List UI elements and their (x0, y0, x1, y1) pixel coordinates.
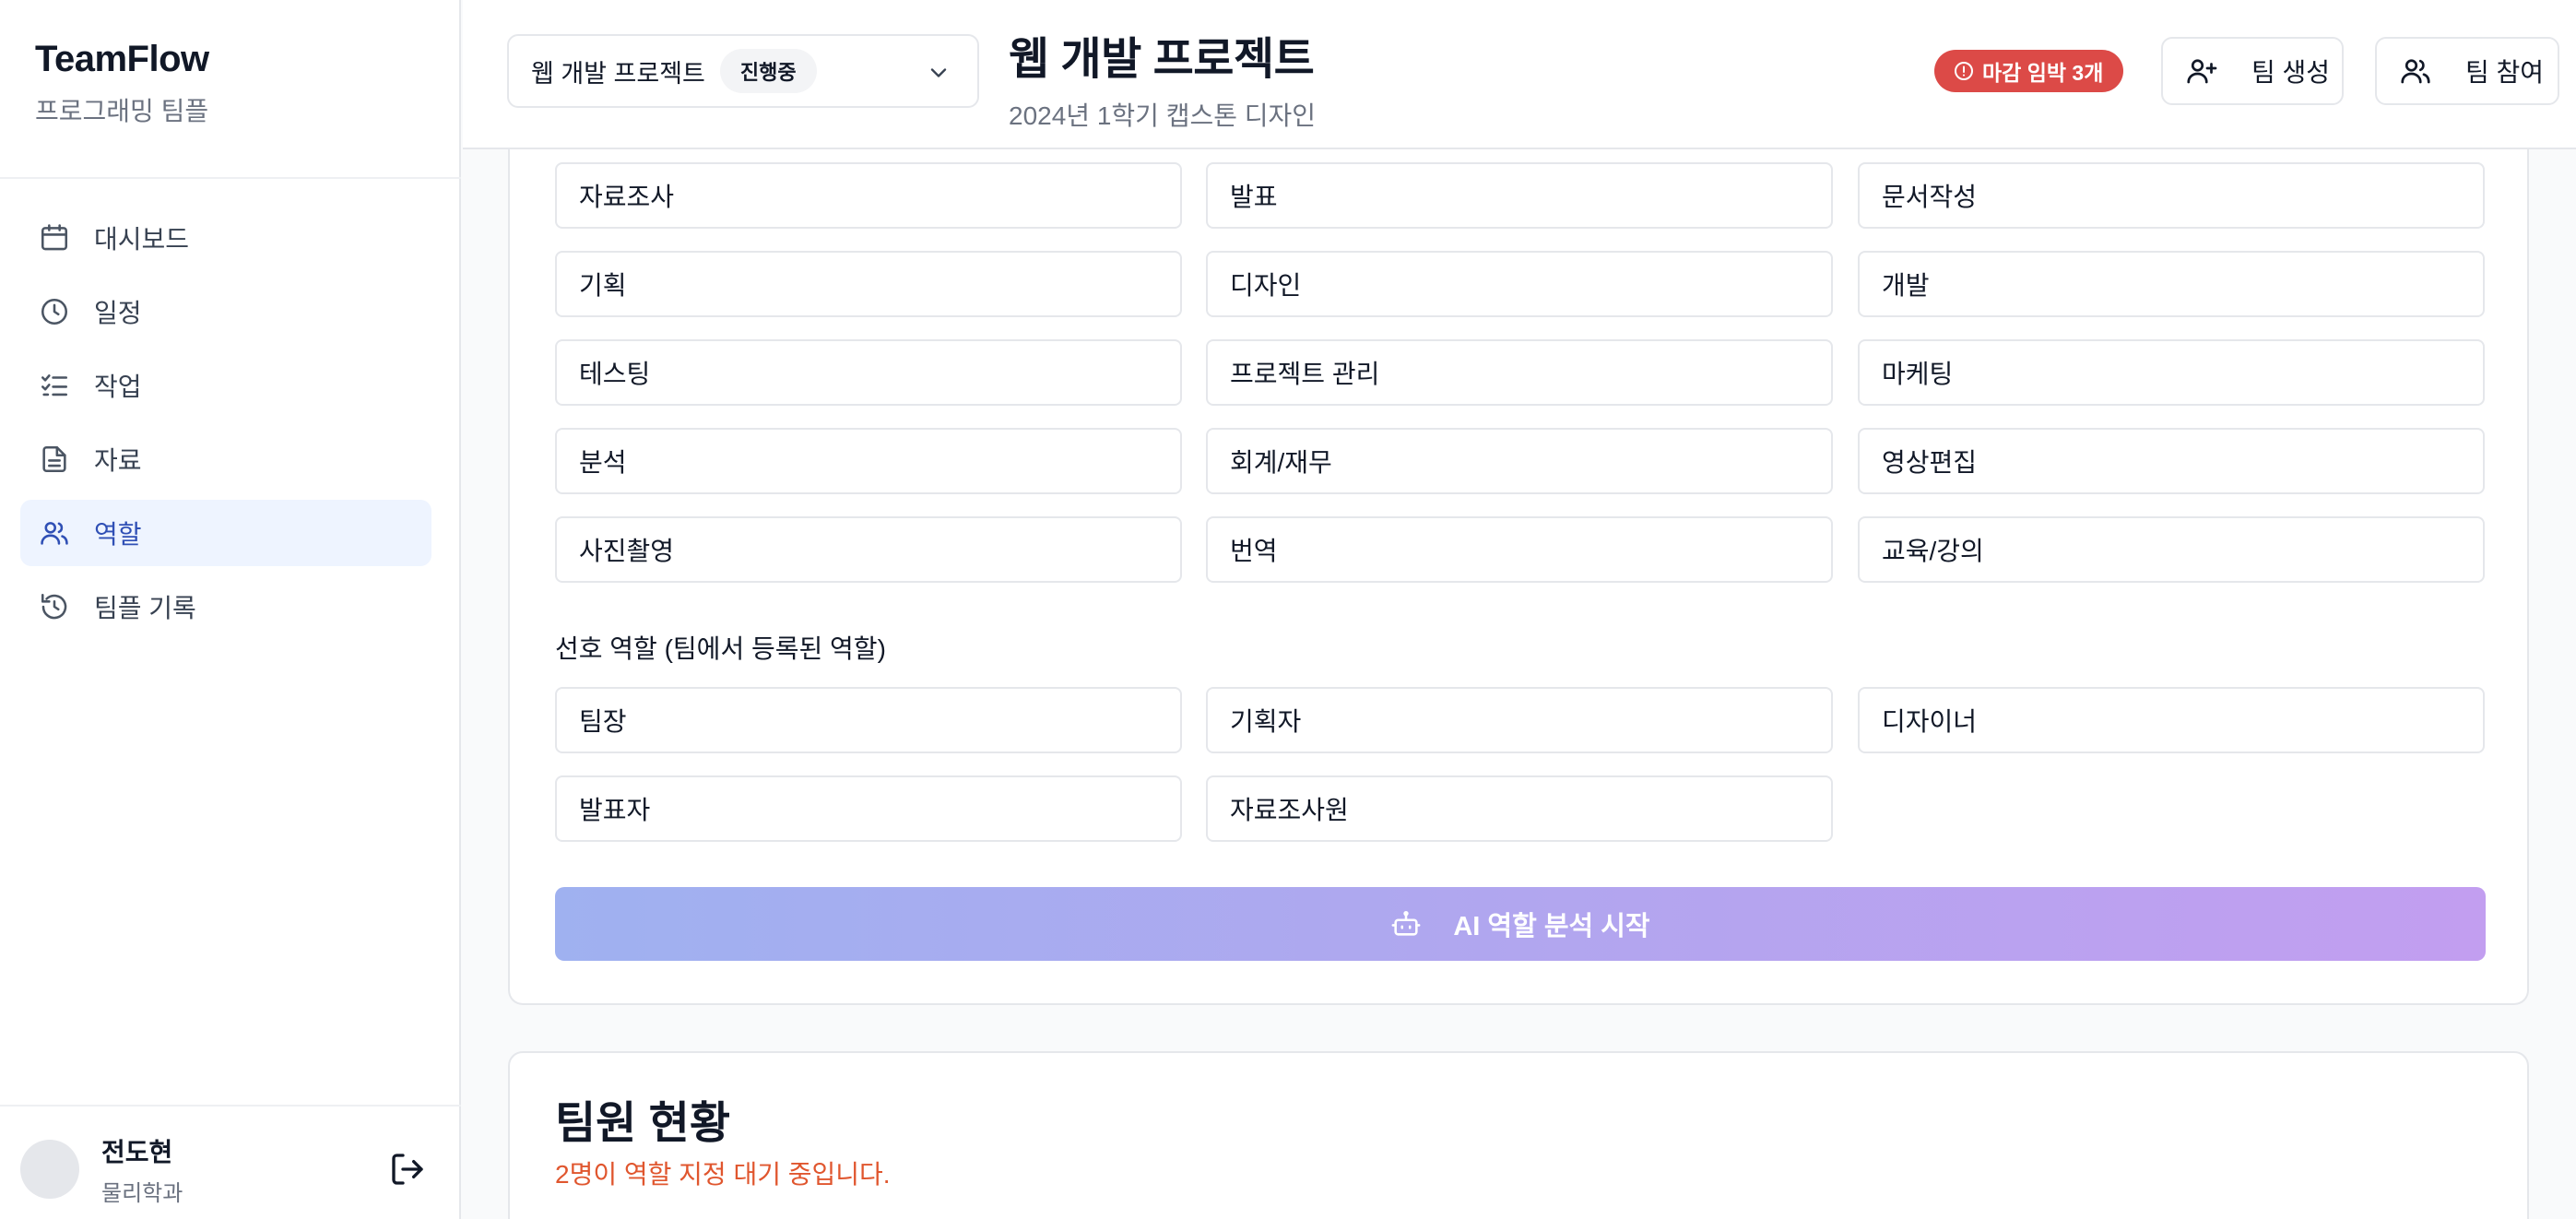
skill-option[interactable]: 개발 (1858, 251, 2485, 317)
create-team-button[interactable]: 팀 생성 (2161, 37, 2344, 105)
role-option[interactable]: 기획자 (1206, 687, 1833, 753)
members-title: 팀원 현황 (555, 1099, 730, 1148)
page-title: 웹 개발 프로젝트 (1009, 35, 1315, 84)
sidebar-item-label: 자료 (94, 446, 142, 475)
sidebar-item-history[interactable]: 팀플 기록 (20, 574, 431, 640)
document-icon (42, 445, 66, 473)
sidebar-item-dashboard[interactable]: 대시보드 (20, 205, 431, 271)
skill-option[interactable]: 문서작성 (1858, 162, 2485, 229)
sidebar-item-label: 일정 (94, 299, 142, 327)
skill-option[interactable]: 분석 (555, 428, 1182, 494)
role-option[interactable]: 자료조사원 (1206, 775, 1833, 842)
page-title-group: 웹 개발 프로젝트 2024년 1학기 캡스톤 디자인 (1009, 22, 1316, 133)
calendar-icon (41, 224, 68, 251)
join-team-label: 팀 참여 (2465, 58, 2545, 87)
skill-option[interactable]: 발표 (1206, 162, 1833, 229)
sidebar-item-label: 팀플 기록 (94, 594, 196, 622)
sidebar-item-schedule[interactable]: 일정 (20, 278, 431, 345)
sidebar: TeamFlow 프로그래밍 팀플 대시보드 일정 작업 자료 역할 팀플 기록… (0, 0, 461, 1219)
clock-icon (41, 298, 68, 325)
checklist-icon (41, 374, 68, 396)
skill-option[interactable]: 번역 (1206, 516, 1833, 583)
skill-option[interactable]: 자료조사 (555, 162, 1182, 229)
sidebar-divider (0, 177, 461, 179)
create-team-label: 팀 생성 (2251, 58, 2331, 87)
members-subtitle: 2명이 역할 지정 대기 중입니다. (555, 1160, 891, 1189)
brand-name: TeamFlow (35, 39, 209, 79)
skill-option[interactable]: 사진촬영 (555, 516, 1182, 583)
sidebar-item-materials[interactable]: 자료 (20, 426, 431, 492)
sidebar-item-label: 작업 (94, 373, 142, 401)
sidebar-item-label: 역할 (94, 520, 142, 549)
join-team-button[interactable]: 팀 참여 (2375, 37, 2559, 105)
user-info: 전도현 물리학과 (101, 1132, 183, 1207)
avatar (20, 1140, 79, 1199)
role-preferences-card: 자료조사 발표 문서작성 기획 디자인 개발 테스팅 프로젝트 관리 마케팅 분… (508, 149, 2529, 1005)
sidebar-item-tasks[interactable]: 작업 (20, 352, 431, 419)
alert-circle-icon (1955, 62, 1973, 80)
brand: TeamFlow 프로그래밍 팀플 (35, 39, 209, 128)
skill-option[interactable]: 영상편집 (1858, 428, 2485, 494)
team-members-card: 팀원 현황 2명이 역할 지정 대기 중입니다. (508, 1051, 2529, 1219)
chevron-down-icon (930, 68, 947, 77)
skill-option[interactable]: 프로젝트 관리 (1206, 339, 1833, 406)
brand-subtitle: 프로그래밍 팀플 (35, 97, 209, 125)
role-option[interactable]: 팀장 (555, 687, 1182, 753)
history-icon (41, 593, 67, 620)
sidebar-nav: 대시보드 일정 작업 자료 역할 팀플 기록 (20, 205, 431, 647)
sidebar-bottom-divider (0, 1105, 461, 1107)
skill-option[interactable]: 마케팅 (1858, 339, 2485, 406)
page-subtitle: 2024년 1학기 캡스톤 디자인 (1009, 101, 1317, 130)
skill-option[interactable]: 기획 (555, 251, 1182, 317)
ai-button-label: AI 역할 분석 시작 (1453, 912, 1650, 941)
sidebar-item-label: 대시보드 (94, 225, 190, 254)
deadline-badge-label: 마감 임박 3개 (1982, 61, 2104, 85)
sidebar-item-roles[interactable]: 역할 (20, 500, 431, 566)
ai-role-analysis-button[interactable]: AI 역할 분석 시작 (555, 887, 2486, 961)
deadline-badge[interactable]: 마감 임박 3개 (1934, 50, 2124, 92)
user-department: 물리학과 (101, 1180, 183, 1206)
user-name: 전도현 (101, 1137, 173, 1166)
project-select-name: 웹 개발 프로젝트 (531, 59, 705, 88)
role-option[interactable]: 디자이너 (1858, 687, 2485, 753)
skill-option[interactable]: 교육/강의 (1858, 516, 2485, 583)
robot-icon (1391, 910, 1421, 936)
users-icon (2401, 59, 2430, 84)
skill-option[interactable]: 테스팅 (555, 339, 1182, 406)
skill-option[interactable]: 디자인 (1206, 251, 1833, 317)
role-option[interactable]: 발표자 (555, 775, 1182, 842)
app-root: TeamFlow 프로그래밍 팀플 대시보드 일정 작업 자료 역할 팀플 기록… (0, 0, 2576, 1219)
logout-icon[interactable] (389, 1151, 426, 1188)
users-icon (41, 522, 68, 545)
user-plus-icon (2187, 59, 2217, 84)
status-badge: 진행중 (719, 49, 817, 93)
preferred-roles-label: 선호 역할 (팀에서 등록된 역할) (555, 634, 886, 663)
user-profile: 전도현 물리학과 (20, 1132, 431, 1206)
project-select[interactable]: 웹 개발 프로젝트 진행중 (507, 34, 979, 108)
skill-option[interactable]: 회계/재무 (1206, 428, 1833, 494)
